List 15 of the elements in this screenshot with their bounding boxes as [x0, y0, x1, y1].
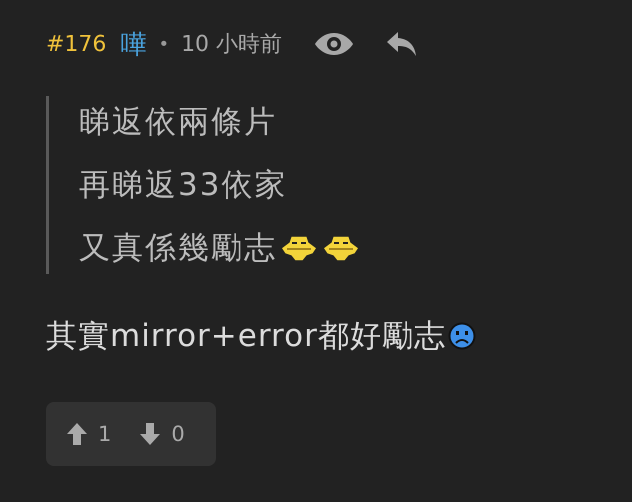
- quote-line: 又真係幾勵志: [79, 230, 277, 266]
- reply-icon[interactable]: [386, 30, 418, 58]
- quote-line: 再睇返33依家: [79, 167, 288, 203]
- quote-line: 睇返依兩條片: [79, 104, 277, 140]
- upvote-button[interactable]: 1: [66, 422, 112, 446]
- downvote-button[interactable]: 0: [139, 422, 185, 446]
- comment-text: 其實mirror+error都好勵志: [46, 318, 446, 354]
- eye-icon[interactable]: [314, 31, 354, 57]
- post-time: 10 小時前: [181, 31, 282, 59]
- sad-face-icon: [448, 322, 476, 350]
- author-name[interactable]: 嘩: [120, 26, 146, 62]
- separator-dot: •: [158, 34, 170, 54]
- post-number: #176: [46, 32, 106, 56]
- up-arrow-icon: [66, 422, 88, 446]
- down-arrow-icon: [139, 422, 162, 446]
